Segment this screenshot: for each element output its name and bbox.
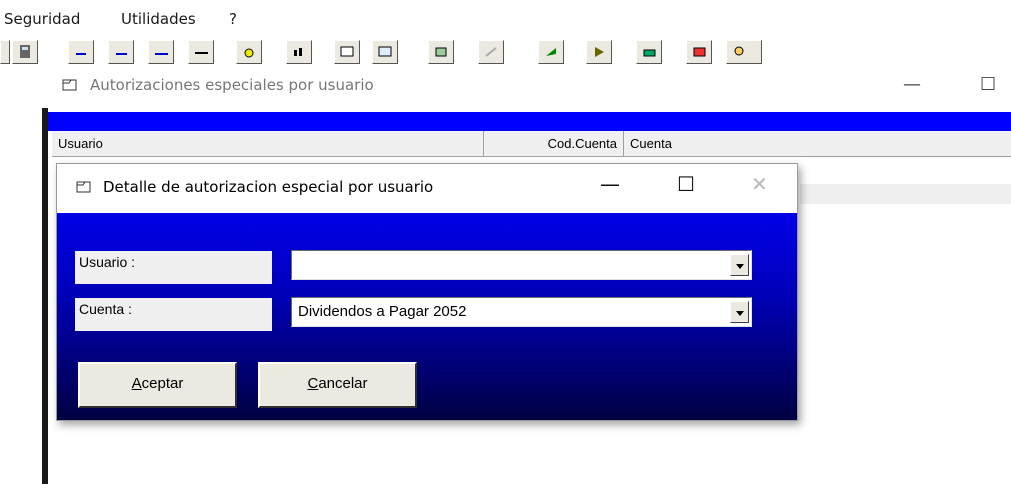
search-icon [244,48,254,58]
cancel-button[interactable]: Cancelar [258,362,417,408]
cart-icon [693,47,706,57]
usuario-dropdown-button[interactable] [730,254,749,276]
toolbar-button-columns[interactable] [148,40,174,64]
dialog-minimize-button[interactable]: — [600,172,620,196]
mdi-minimize-button[interactable]: — [903,74,921,95]
menu-help[interactable]: ? [229,10,237,28]
grid-header: Usuario Cod.Cuenta Cuenta [52,131,1011,157]
toolbar-button-sort-asc[interactable] [68,40,94,64]
accept-button-accesskey: A [131,375,142,392]
window-icon [76,181,91,193]
toolbar [0,40,1011,68]
toolbar-button-cart[interactable] [686,40,712,64]
cuenta-combo-value: Dividendos a Pagar 2052 [298,303,467,320]
pencil-icon [485,47,497,57]
arrow-icon [546,48,556,56]
toolbar-button-calculator[interactable] [12,40,38,64]
toolbar-button-edit[interactable] [428,40,454,64]
cancel-button-accesskey: C [307,375,319,392]
toolbar-button-go[interactable] [538,40,564,64]
form-icon [378,46,392,57]
play-icon [595,47,604,57]
edit-icon [435,47,447,57]
menu-seguridad[interactable]: Seguridad [4,10,80,28]
chevron-down-icon [736,311,744,316]
toolbar-handle [0,40,10,64]
usuario-combo[interactable] [291,250,752,280]
users-icon [734,46,744,56]
columns-icon [155,53,168,55]
window-icon [62,79,77,91]
menu-bar: Seguridad Utilidades ? [0,0,1011,40]
mdi-maximize-button[interactable]: ☐ [980,74,996,95]
table-row[interactable] [800,184,1011,204]
grid-column-cod-cuenta[interactable]: Cod.Cuenta [484,131,624,157]
accept-button-label: ceptar [141,375,184,392]
mdi-window-titlebar: Autorizaciones especiales por usuario — … [48,68,1011,108]
toolbar-button-window[interactable] [334,40,360,64]
menu-utilidades[interactable]: Utilidades [121,10,196,28]
toolbar-button-chart[interactable] [286,40,312,64]
dialog-maximize-button[interactable]: ☐ [677,172,695,196]
grid-column-cuenta[interactable]: Cuenta [624,131,1011,157]
usuario-label: Usuario : [75,251,272,284]
toolbar-button-list[interactable] [108,40,134,64]
cuenta-label: Cuenta : [75,298,272,331]
toolbar-button-disabled[interactable] [478,40,504,64]
dialog-title: Detalle de autorizacion especial por usu… [103,178,434,196]
toolbar-button-run[interactable] [586,40,612,64]
toolbar-button-search[interactable] [236,40,262,64]
dialog-titlebar: Detalle de autorizacion especial por usu… [57,164,797,213]
sort-icon [76,53,86,55]
accept-button[interactable]: Aceptar [78,362,237,408]
cuenta-combo[interactable]: Dividendos a Pagar 2052 [291,297,752,327]
toolbar-button-print[interactable] [636,40,662,64]
header-strip [48,112,1011,131]
mdi-window-border [42,108,48,484]
dialog-body: Usuario : Cuenta : Dividendos a Pagar 20… [57,213,797,420]
cancel-button-label: ancelar [318,375,368,392]
chart-icon [294,48,302,56]
grid-column-usuario[interactable]: Usuario [52,131,484,157]
toolbar-button-form[interactable] [372,40,398,64]
grid-icon [195,52,208,54]
window-icon [340,46,354,57]
list-icon [116,53,127,55]
detail-dialog: Detalle de autorizacion especial por usu… [56,163,798,421]
printer-icon [643,49,656,57]
dialog-close-button[interactable]: ✕ [751,172,768,196]
cuenta-dropdown-button[interactable] [730,301,749,323]
calculator-icon [20,45,30,58]
toolbar-button-users[interactable] [726,40,762,64]
mdi-window-title: Autorizaciones especiales por usuario [90,76,374,94]
chevron-down-icon [736,264,744,269]
toolbar-button-grid[interactable] [188,40,214,64]
